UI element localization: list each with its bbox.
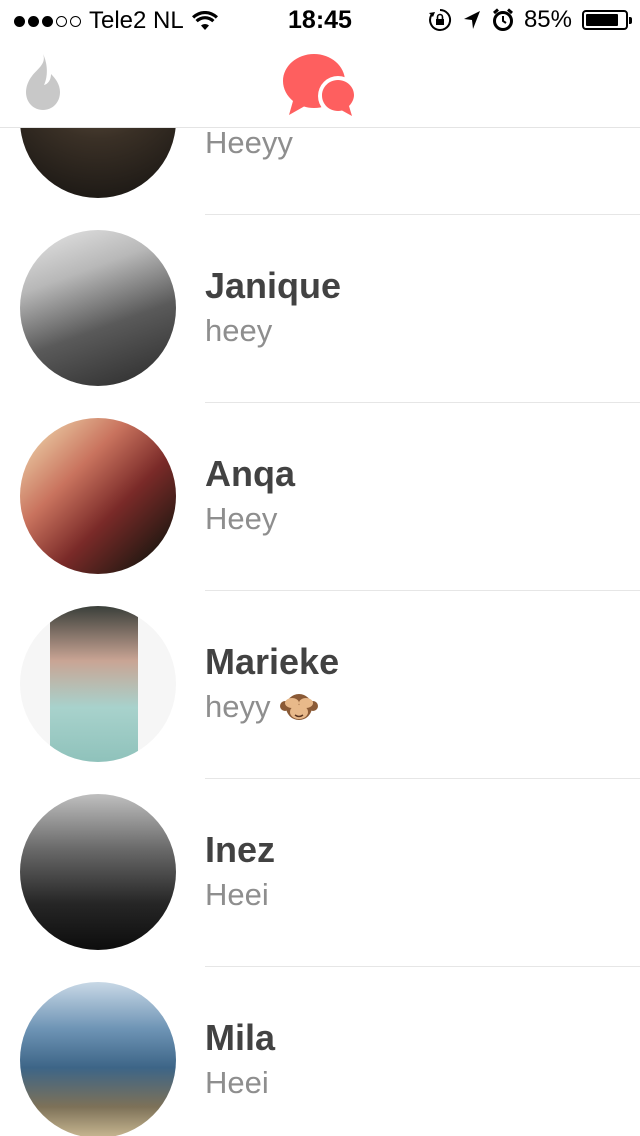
match-name: Janique [205, 265, 342, 306]
avatar [20, 794, 176, 950]
match-row[interactable]: Anqa Heey [0, 403, 640, 591]
avatar [20, 230, 176, 386]
match-row[interactable]: Mila Heei [0, 967, 640, 1136]
match-name: Anqa [205, 453, 295, 494]
profile-flame-button[interactable] [18, 50, 68, 114]
message-preview-text: Heei [205, 877, 269, 912]
status-right: 85% [428, 6, 632, 34]
messages-button[interactable] [280, 50, 362, 124]
chat-bubbles-icon [283, 54, 358, 116]
avatar [20, 982, 176, 1136]
message-preview: Heeyy [205, 128, 293, 161]
avatar [20, 128, 176, 198]
message-preview-text: Heey [205, 501, 278, 536]
match-name: Mila [205, 1017, 276, 1058]
message-preview-text: Heei [205, 1065, 269, 1100]
match-list[interactable]: Heeyy Janique heey Anqa Heey Marieke hey… [0, 128, 640, 1136]
location-arrow-icon [463, 11, 480, 29]
avatar-photo [50, 606, 138, 762]
match-row[interactable]: Heeyy [0, 128, 640, 215]
orientation-lock-icon [428, 8, 452, 31]
flame-icon [26, 54, 60, 110]
match-name: Inez [205, 829, 276, 870]
message-preview: heey [205, 313, 272, 349]
avatar [20, 606, 176, 762]
match-name: Marieke [205, 641, 340, 682]
message-preview-text: heyy [205, 689, 271, 724]
status-bar: Tele2 NL 18:45 85% [0, 0, 640, 40]
message-preview: heyy [205, 689, 319, 725]
nav-bar [0, 40, 640, 128]
match-row[interactable]: Marieke heyy [0, 591, 640, 779]
message-preview: Heei [205, 1065, 269, 1101]
match-row[interactable]: Inez Heei [0, 779, 640, 967]
battery-level [586, 14, 619, 26]
alarm-clock-icon [492, 8, 513, 31]
message-preview-text: heey [205, 313, 273, 348]
battery-icon [582, 10, 632, 30]
match-row[interactable]: Janique heey [0, 215, 640, 403]
message-preview-text: Heeyy [205, 128, 293, 160]
message-preview: Heey [205, 501, 277, 537]
avatar [20, 418, 176, 574]
battery-percent: 85% [523, 6, 572, 33]
message-preview: Heei [205, 877, 269, 913]
see-no-evil-monkey-icon [280, 694, 319, 720]
